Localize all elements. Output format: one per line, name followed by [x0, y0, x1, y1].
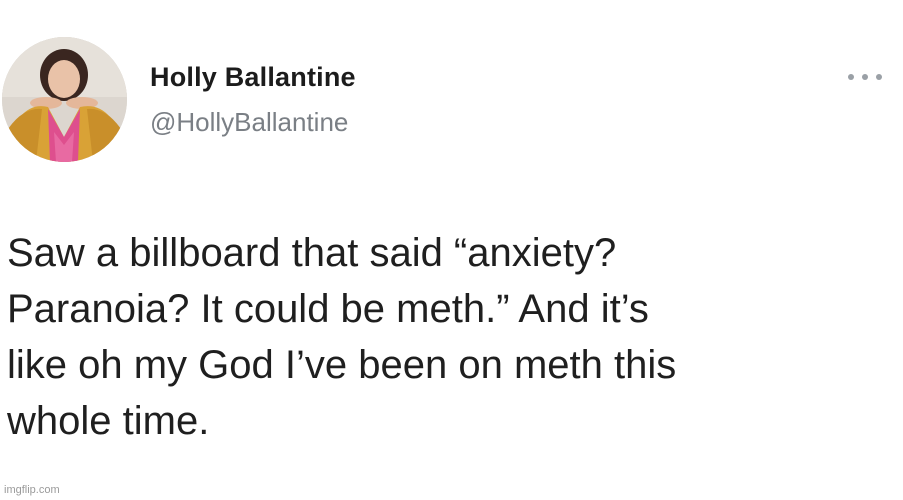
- menu-dot: [876, 74, 882, 80]
- avatar[interactable]: [2, 37, 127, 162]
- menu-dot: [862, 74, 868, 80]
- tweet-text-line: Paranoia? It could be meth.” And it’s: [7, 287, 649, 331]
- tweet-text-line: like oh my God I’ve been on meth this: [7, 343, 677, 387]
- tweet-text: Saw a billboard that said “anxiety? Para…: [7, 225, 887, 449]
- tweet-card: Holly Ballantine @HollyBallantine Saw a …: [0, 0, 903, 500]
- tweet-text-line: whole time.: [7, 399, 210, 443]
- user-handle[interactable]: @HollyBallantine: [150, 107, 348, 138]
- display-name[interactable]: Holly Ballantine: [150, 62, 356, 93]
- avatar-image: [2, 37, 127, 162]
- watermark: imgflip.com: [4, 484, 60, 496]
- tweet-text-line: Saw a billboard that said “anxiety?: [7, 231, 617, 275]
- more-options-icon[interactable]: [848, 66, 882, 88]
- menu-dot: [848, 74, 854, 80]
